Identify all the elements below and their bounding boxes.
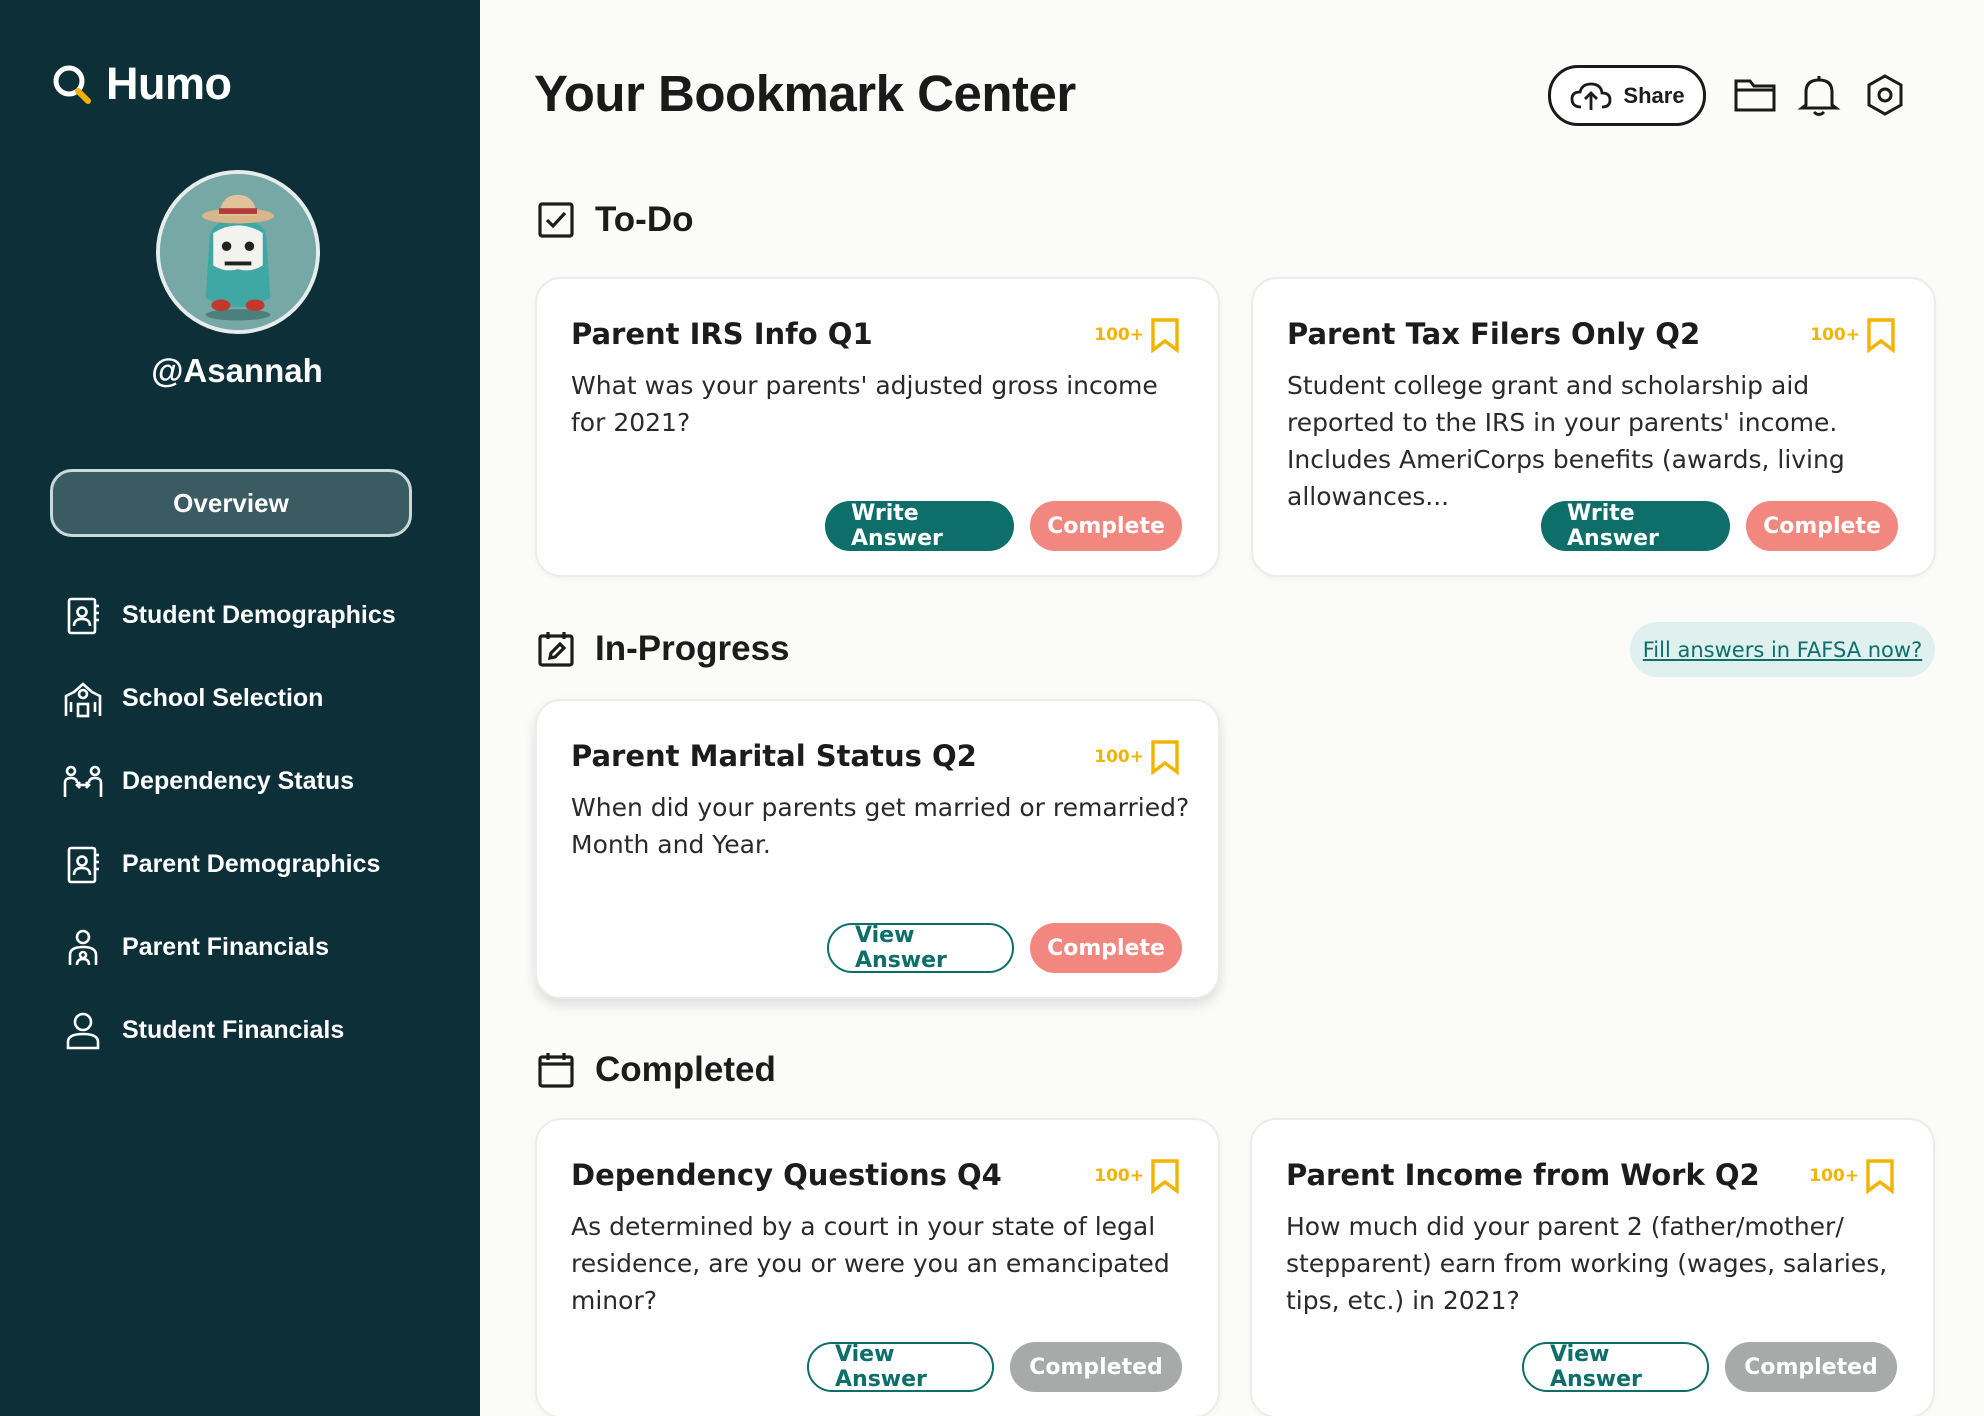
section-title: To-Do <box>595 200 694 239</box>
bookmark-icon[interactable] <box>1150 739 1180 775</box>
page-title: Your Bookmark Center <box>534 65 1076 122</box>
bookmark-count: 100+ <box>1809 1166 1859 1186</box>
bookmark-count: 100+ <box>1094 1166 1144 1186</box>
family-icon <box>63 765 103 797</box>
parent-child-icon <box>68 929 98 965</box>
school-icon <box>64 681 102 717</box>
bookmark-badge: 100+ <box>1094 317 1180 353</box>
magnifier-logo-icon <box>53 65 91 104</box>
sidebar-item-label: School Selection <box>122 684 324 712</box>
bookmark-count: 100+ <box>1094 325 1144 345</box>
folder-icon[interactable] <box>1732 72 1778 118</box>
sidebar-item-student-demographics[interactable]: Student Demographics <box>62 574 442 657</box>
sidebar-nav: Student Demographics School Selection De… <box>62 574 442 1072</box>
card-title: Parent Income from Work Q2 <box>1286 1158 1760 1192</box>
bookmark-badge: 100+ <box>1810 317 1896 353</box>
view-answer-button[interactable]: View Answer <box>807 1342 994 1392</box>
section-title: Completed <box>595 1050 776 1089</box>
card-actions: View Answer Complete <box>827 923 1182 973</box>
complete-button[interactable]: Complete <box>1030 923 1182 973</box>
bookmark-badge: 100+ <box>1809 1158 1895 1194</box>
card-actions: Write Answer Complete <box>1541 501 1898 551</box>
brand-name: Humo <box>106 58 232 109</box>
card-question: What was your parents' adjusted gross in… <box>571 371 1158 437</box>
bookmark-badge: 100+ <box>1094 739 1180 775</box>
calendar-icon <box>538 1053 574 1088</box>
section-in-progress-header: In-Progress <box>537 629 790 669</box>
section-title: In-Progress <box>595 629 790 668</box>
complete-button[interactable]: Complete <box>1746 501 1898 551</box>
bookmark-badge: 100+ <box>1094 1158 1180 1194</box>
card-actions: View Answer Completed <box>807 1342 1182 1392</box>
write-answer-button[interactable]: Write Answer <box>825 501 1014 551</box>
cloud-upload-icon <box>1571 82 1612 110</box>
view-answer-button[interactable]: View Answer <box>827 923 1014 973</box>
sidebar-item-label: Parent Demographics <box>122 850 381 878</box>
bookmark-card[interactable]: Parent IRS Info Q1 100+ What was your pa… <box>535 277 1220 577</box>
complete-button[interactable]: Complete <box>1030 501 1182 551</box>
card-question: As determined by a court in your state o… <box>571 1212 1170 1315</box>
avatar-illustration-icon <box>160 174 316 330</box>
completed-button: Completed <box>1010 1342 1182 1392</box>
card-title: Parent Tax Filers Only Q2 <box>1287 317 1701 351</box>
sidebar-item-dependency-status[interactable]: Dependency Status <box>62 740 442 823</box>
overview-button[interactable]: Overview <box>50 469 412 537</box>
person-icon <box>66 1012 100 1049</box>
sidebar-item-parent-demographics[interactable]: Parent Demographics <box>62 823 442 906</box>
share-button[interactable]: Share <box>1548 65 1706 126</box>
brand-logo[interactable]: Humo <box>50 58 232 110</box>
bookmark-icon[interactable] <box>1150 1158 1180 1194</box>
sidebar-item-label: Dependency Status <box>122 767 355 795</box>
card-title: Dependency Questions Q4 <box>571 1158 1002 1192</box>
fill-fafsa-link[interactable]: Fill answers in FAFSA now? <box>1630 622 1935 677</box>
bookmark-card[interactable]: Parent Tax Filers Only Q2 100+ Student c… <box>1251 277 1936 577</box>
sidebar-item-parent-financials[interactable]: Parent Financials <box>62 906 442 989</box>
bookmark-card[interactable]: Dependency Questions Q4 100+ As determin… <box>535 1118 1220 1416</box>
card-question: When did your parents get married or rem… <box>571 793 1190 859</box>
sidebar-item-label: Student Financials <box>122 1016 345 1044</box>
write-answer-button[interactable]: Write Answer <box>1541 501 1730 551</box>
share-label: Share <box>1623 82 1685 108</box>
sidebar-item-school-selection[interactable]: School Selection <box>62 657 442 740</box>
card-actions: View Answer Completed <box>1522 1342 1897 1392</box>
bookmark-count: 100+ <box>1810 325 1860 345</box>
bookmark-icon[interactable] <box>1865 1158 1895 1194</box>
avatar[interactable] <box>156 170 320 334</box>
card-title: Parent Marital Status Q2 <box>571 739 977 773</box>
bell-icon[interactable] <box>1796 72 1842 118</box>
bookmark-card[interactable]: Parent Marital Status Q2 100+ When did y… <box>535 699 1220 999</box>
section-todo-header: To-Do <box>537 200 693 240</box>
checkbox-checked-icon <box>538 202 574 238</box>
card-question: How much did your parent 2 (father/mothe… <box>1286 1212 1888 1315</box>
card-question: Student college grant and scholarship ai… <box>1287 371 1845 511</box>
contact-book-icon <box>67 597 99 634</box>
bookmark-count: 100+ <box>1094 747 1144 767</box>
sidebar-item-label: Student Demographics <box>122 601 396 629</box>
card-actions: Write Answer Complete <box>825 501 1182 551</box>
section-completed-header: Completed <box>537 1050 776 1090</box>
view-answer-button[interactable]: View Answer <box>1522 1342 1709 1392</box>
settings-icon[interactable] <box>1862 72 1908 118</box>
calendar-edit-icon <box>538 632 574 667</box>
sidebar: Humo @Asannah Overview Student Demograph… <box>0 0 480 1416</box>
user-handle: @Asannah <box>151 352 323 389</box>
bookmark-card[interactable]: Parent Income from Work Q2 100+ How much… <box>1250 1118 1935 1416</box>
completed-button: Completed <box>1725 1342 1897 1392</box>
contact-book-icon <box>67 846 99 883</box>
card-title: Parent IRS Info Q1 <box>571 317 873 351</box>
bookmark-icon[interactable] <box>1150 317 1180 353</box>
bookmark-icon[interactable] <box>1866 317 1896 353</box>
sidebar-item-label: Parent Financials <box>122 933 330 961</box>
sidebar-item-student-financials[interactable]: Student Financials <box>62 989 442 1072</box>
